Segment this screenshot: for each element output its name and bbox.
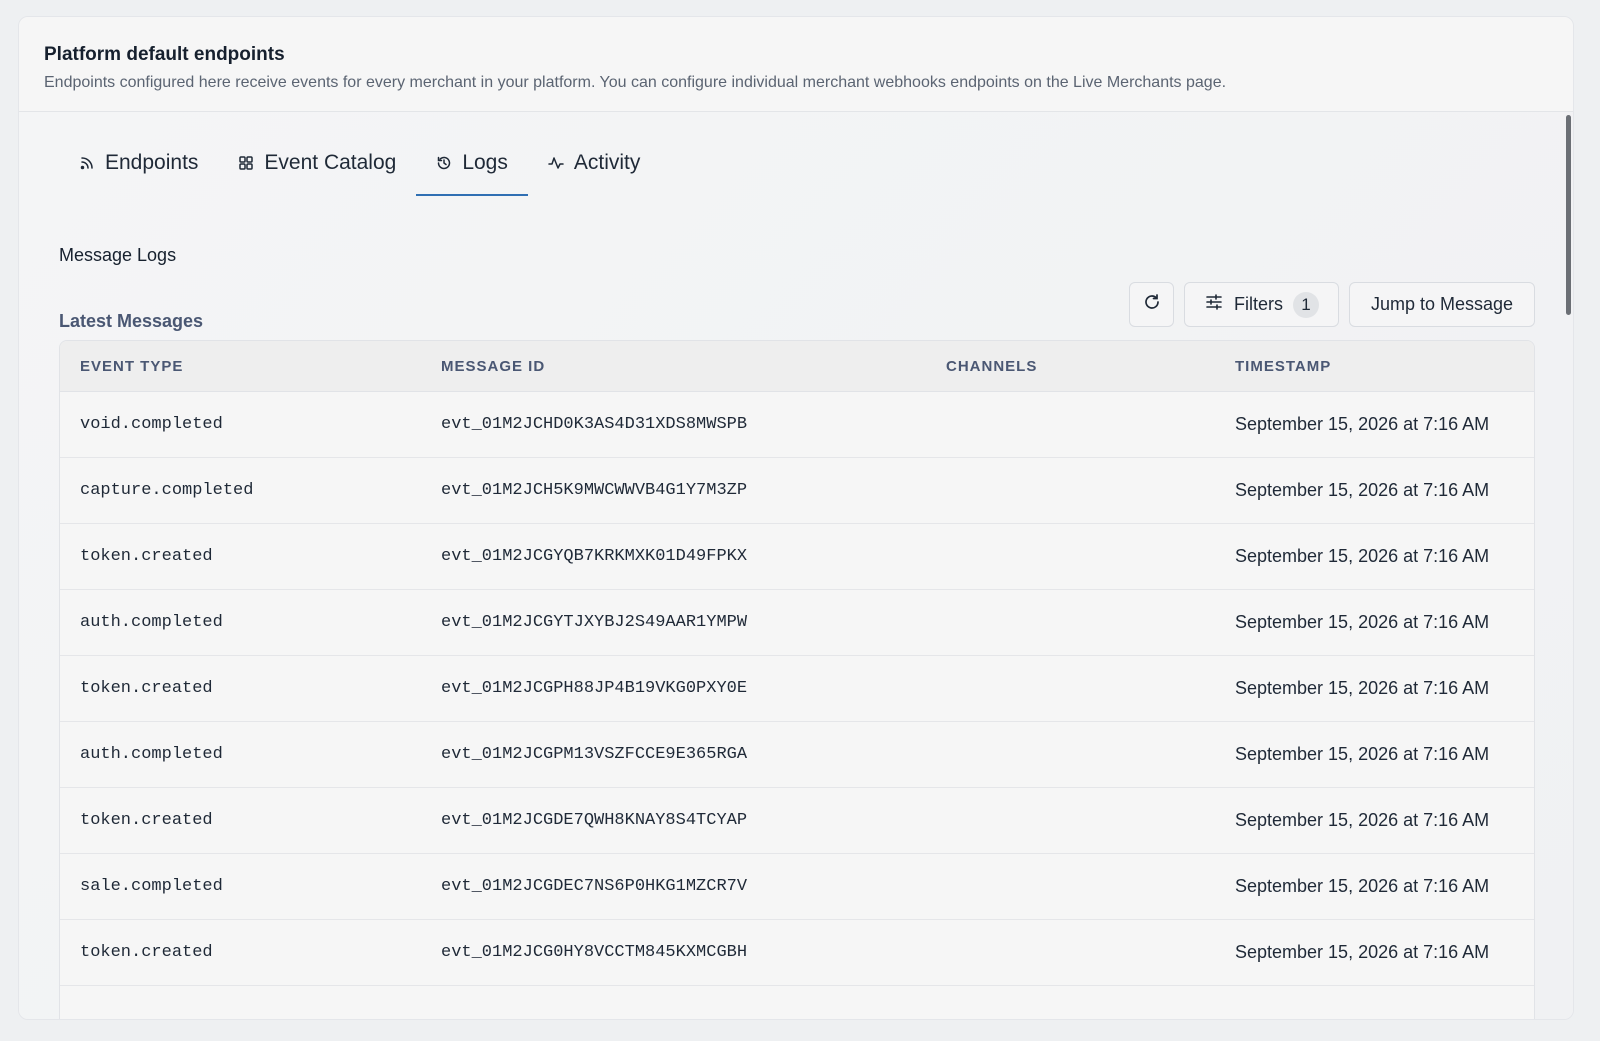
column-header-message-id[interactable]: MESSAGE ID — [441, 358, 545, 375]
tab-activity[interactable]: Activity — [528, 132, 661, 194]
table-row[interactable]: token.created evt_01M2JCG0HY8VCCTM845KXMC… — [60, 920, 1534, 986]
event-type-cell: token.created — [80, 547, 213, 566]
timestamp-cell: September 15, 2026 at 7:16 AM — [1235, 744, 1490, 764]
timestamp-cell: September 15, 2026 at 7:16 AM — [1235, 480, 1490, 500]
tab-label: Logs — [462, 151, 508, 174]
tab-label: Event Catalog — [264, 151, 397, 174]
event-type-cell: token.created — [80, 811, 213, 830]
table-row[interactable]: auth.completed evt_01M2JCGYTJXYBJ2S49AAR1… — [60, 590, 1534, 656]
tab-event-catalog[interactable]: Event Catalog — [218, 132, 416, 194]
event-type-cell: token.created — [80, 943, 213, 962]
event-type-cell: sale.completed — [80, 877, 223, 896]
table-row[interactable]: auth.completed evt_01M2JCGPM13VSZFCCE9E36… — [60, 722, 1534, 788]
timestamp-cell: September 15, 2026 at 7:16 AM — [1235, 414, 1490, 434]
toolbar: Filters 1 Jump to Message — [1129, 282, 1535, 327]
timestamp-cell: September 15, 2026 at 7:16 AM — [1235, 810, 1490, 830]
scrollbar[interactable] — [1566, 115, 1571, 315]
column-header-timestamp[interactable]: TIMESTAMP — [1235, 358, 1331, 375]
column-header-channels[interactable]: CHANNELS — [946, 358, 1037, 375]
card-header: Platform default endpoints Endpoints con… — [19, 17, 1573, 112]
message-id-cell: evt_01M2JCGYQB7KRKMXK01D49FPKX — [441, 547, 748, 566]
event-type-cell: capture.completed — [80, 481, 254, 500]
event-type-cell: auth.completed — [80, 745, 223, 764]
table-row[interactable]: void.completed evt_01M2JCHD0K3AS4D31XDS8M… — [60, 392, 1534, 458]
column-header-event-type[interactable]: EVENT TYPE — [80, 358, 183, 375]
message-id-cell: evt_01M2JCGYTJXYBJ2S49AAR1YMPW — [441, 613, 748, 632]
page-description: Endpoints configured here receive events… — [44, 74, 1227, 91]
table-row[interactable]: sale.completed evt_01M2JCGDEC7NS6P0HKG1MZ… — [60, 854, 1534, 920]
jump-to-message-button[interactable]: Jump to Message — [1349, 282, 1535, 327]
activity-icon — [548, 155, 564, 171]
message-id-cell: evt_01M2JCHD0K3AS4D31XDS8MWSPB — [441, 415, 748, 434]
history-icon — [436, 155, 452, 171]
table-row[interactable]: token.created evt_01M2JCGPH88JP4B19VKG0PX… — [60, 656, 1534, 722]
message-id-cell: evt_01M2JCGPM13VSZFCCE9E365RGA — [441, 745, 748, 764]
timestamp-cell: September 15, 2026 at 7:16 AM — [1235, 546, 1490, 566]
timestamp-cell: September 15, 2026 at 7:16 AM — [1235, 942, 1490, 962]
refresh-button[interactable] — [1129, 282, 1174, 327]
event-type-cell: token.created — [80, 679, 213, 698]
refresh-icon — [1142, 292, 1162, 317]
tab-logs[interactable]: Logs — [416, 132, 528, 196]
latest-messages-heading: Latest Messages — [59, 311, 204, 331]
message-id-cell: evt_01M2JCH5K9MWCWWVB4G1Y7M3ZP — [441, 481, 748, 500]
grid-icon — [238, 155, 254, 171]
event-type-cell: auth.completed — [80, 613, 223, 632]
sliders-icon — [1204, 292, 1224, 317]
card-body: Endpoints Event Catalog Logs Activity Me… — [19, 112, 1573, 1019]
message-id-cell: evt_01M2JCGDEC7NS6P0HKG1MZCR7V — [441, 877, 748, 896]
table-header: EVENT TYPE MESSAGE ID CHANNELS TIMESTAMP — [60, 341, 1534, 392]
timestamp-cell: September 15, 2026 at 7:16 AM — [1235, 612, 1490, 632]
tab-label: Activity — [573, 151, 641, 174]
messages-table: EVENT TYPE MESSAGE ID CHANNELS TIMESTAMP… — [59, 340, 1535, 1019]
filters-button[interactable]: Filters 1 — [1184, 282, 1339, 327]
message-id-cell: evt_01M2JCGDE7QWH8KNAY8S4TCYAP — [441, 811, 748, 830]
timestamp-cell: September 15, 2026 at 7:16 AM — [1235, 876, 1490, 896]
table-row[interactable]: token.created evt_01M2JCGYQB7KRKMXK01D49F… — [60, 524, 1534, 590]
table-row[interactable]: token.created evt_01M2JCGDE7QWH8KNAY8S4TC… — [60, 788, 1534, 854]
tab-endpoints[interactable]: Endpoints — [59, 132, 218, 194]
endpoints-card: Platform default endpoints Endpoints con… — [18, 16, 1574, 1020]
timestamp-cell: September 15, 2026 at 7:16 AM — [1235, 678, 1490, 698]
rss-icon — [79, 155, 95, 171]
event-type-cell: void.completed — [80, 415, 223, 434]
tab-bar: Endpoints Event Catalog Logs Activity — [59, 132, 661, 196]
tab-label: Endpoints — [105, 151, 199, 174]
filters-count-badge: 1 — [1293, 291, 1319, 318]
page-title: Platform default endpoints — [44, 44, 285, 65]
section-label: Message Logs — [59, 245, 177, 265]
filters-label: Filters — [1234, 294, 1283, 314]
message-id-cell: evt_01M2JCGPH88JP4B19VKG0PXY0E — [441, 679, 748, 698]
message-id-cell: evt_01M2JCG0HY8VCCTM845KXMCGBH — [441, 943, 748, 962]
table-row[interactable]: capture.completed evt_01M2JCH5K9MWCWWVB4G… — [60, 458, 1534, 524]
